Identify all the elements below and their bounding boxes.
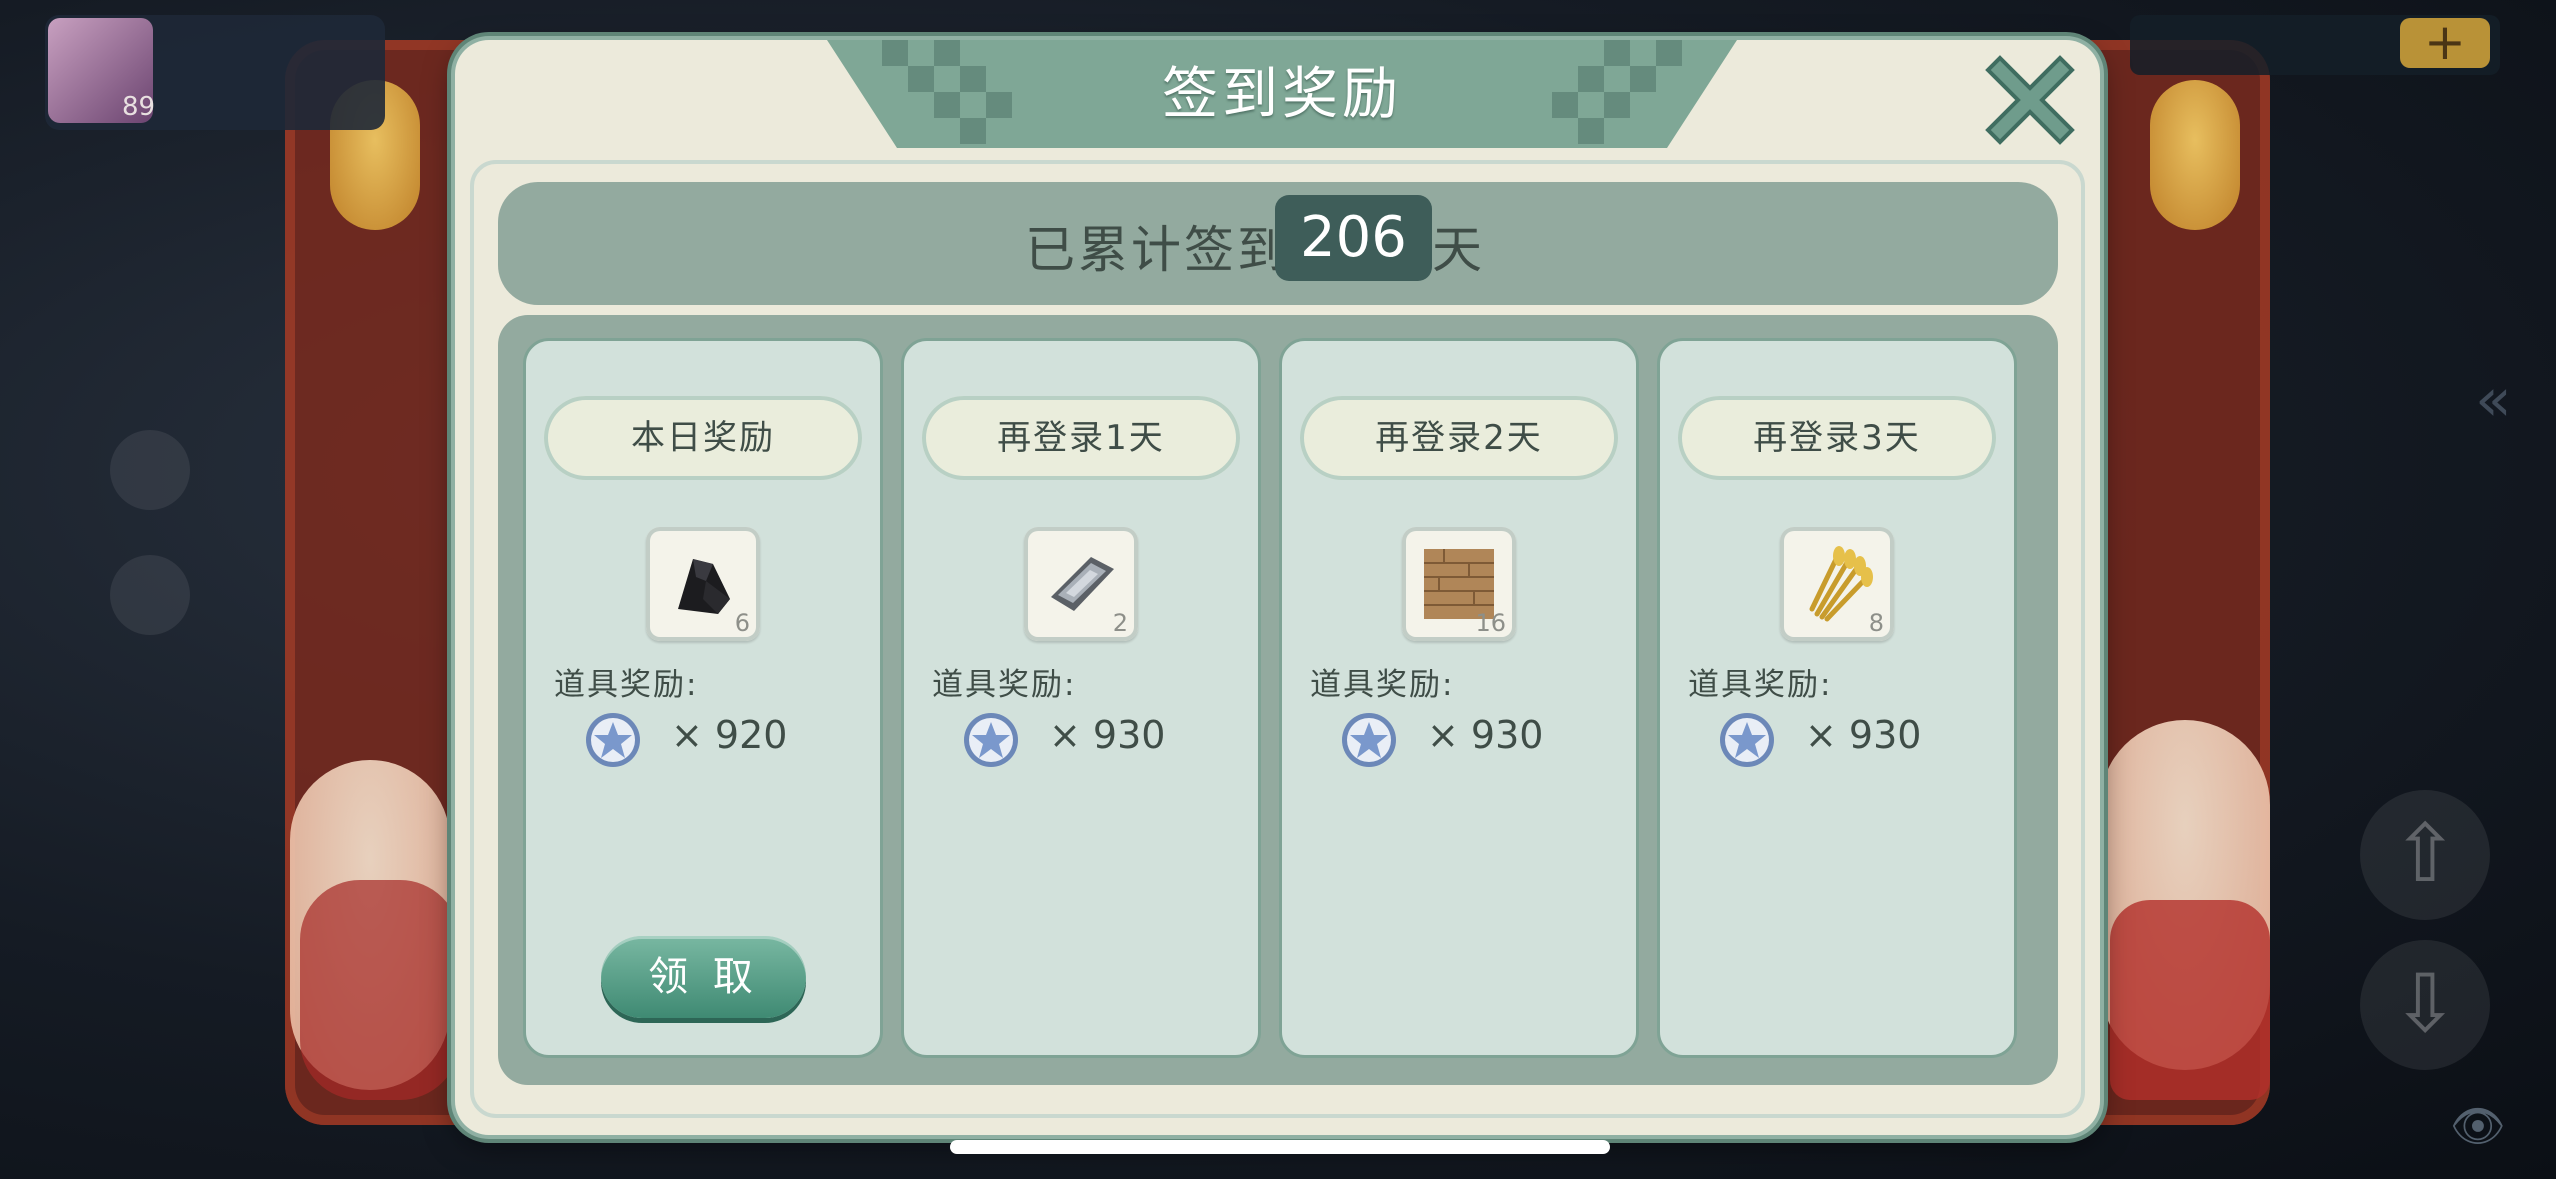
card-label: 本日奖励 xyxy=(544,396,862,480)
prop-reward-label: 道具奖励: xyxy=(554,667,699,703)
counter-prefix: 已累计签到 xyxy=(1025,221,1290,279)
star-coin-icon xyxy=(1342,713,1396,767)
star-coin-icon xyxy=(586,713,640,767)
prop-reward-label: 道具奖励: xyxy=(1310,667,1455,703)
horse-decoration xyxy=(2110,900,2270,1100)
close-x-icon[interactable] xyxy=(1980,50,2080,150)
home-indicator[interactable] xyxy=(950,1140,1610,1154)
prop-reward-label: 道具奖励: xyxy=(932,667,1077,703)
item-count: 8 xyxy=(1868,609,1884,637)
down-arrow-icon[interactable]: ⇩ xyxy=(2360,940,2490,1070)
reward-item-slot[interactable]: 6 xyxy=(646,527,760,641)
reward-card-day-2: 再登录2天 16 道具奖励: × 930 xyxy=(1279,338,1639,1058)
item-count: 16 xyxy=(1475,609,1506,637)
coin-amount: × 920 xyxy=(671,713,788,757)
prop-reward-label: 道具奖励: xyxy=(1688,667,1833,703)
chat-icon[interactable] xyxy=(110,430,190,510)
coin-amount: × 930 xyxy=(1805,713,1922,757)
card-label: 再登录2天 xyxy=(1300,396,1618,480)
reward-card-day-3: 再登录3天 8 道具奖励: × 930 xyxy=(1657,338,2017,1058)
lion-dance-decoration xyxy=(300,880,460,1100)
star-coin-icon xyxy=(1720,713,1774,767)
reward-item-slot[interactable]: 16 xyxy=(1402,527,1516,641)
dialog-title: 签到奖励 xyxy=(1162,62,1402,127)
item-count: 2 xyxy=(1112,609,1128,637)
coin-amount: × 930 xyxy=(1427,713,1544,757)
card-label: 再登录3天 xyxy=(1678,396,1996,480)
card-label: 再登录1天 xyxy=(922,396,1240,480)
collapse-chevron-icon[interactable]: « xyxy=(2475,365,2512,435)
reward-item-slot[interactable]: 2 xyxy=(1024,527,1138,641)
coin-amount: × 930 xyxy=(1049,713,1166,757)
reward-card-today: 本日奖励 6 道具奖励: × 920 领 取 xyxy=(523,338,883,1058)
eye-icon[interactable]: 👁 xyxy=(2450,1100,2506,1152)
star-coin-icon xyxy=(964,713,1018,767)
player-level: 89 xyxy=(122,92,156,122)
up-arrow-icon[interactable]: ⇧ xyxy=(2360,790,2490,920)
counter-suffix: 天 xyxy=(1432,221,1482,279)
claim-button[interactable]: 领 取 xyxy=(601,936,806,1018)
dialog-title-tab: 签到奖励 xyxy=(827,40,1737,148)
close-button[interactable] xyxy=(1980,50,2080,150)
wing-icon[interactable] xyxy=(110,555,190,635)
item-count: 6 xyxy=(734,609,750,637)
lantern-decoration-right xyxy=(2150,80,2240,230)
counter-days: 206 xyxy=(1275,195,1432,281)
reward-item-slot[interactable]: 8 xyxy=(1780,527,1894,641)
plus-icon[interactable]: + xyxy=(2400,17,2490,68)
reward-card-day-1: 再登录1天 2 道具奖励: × 930 xyxy=(901,338,1261,1058)
